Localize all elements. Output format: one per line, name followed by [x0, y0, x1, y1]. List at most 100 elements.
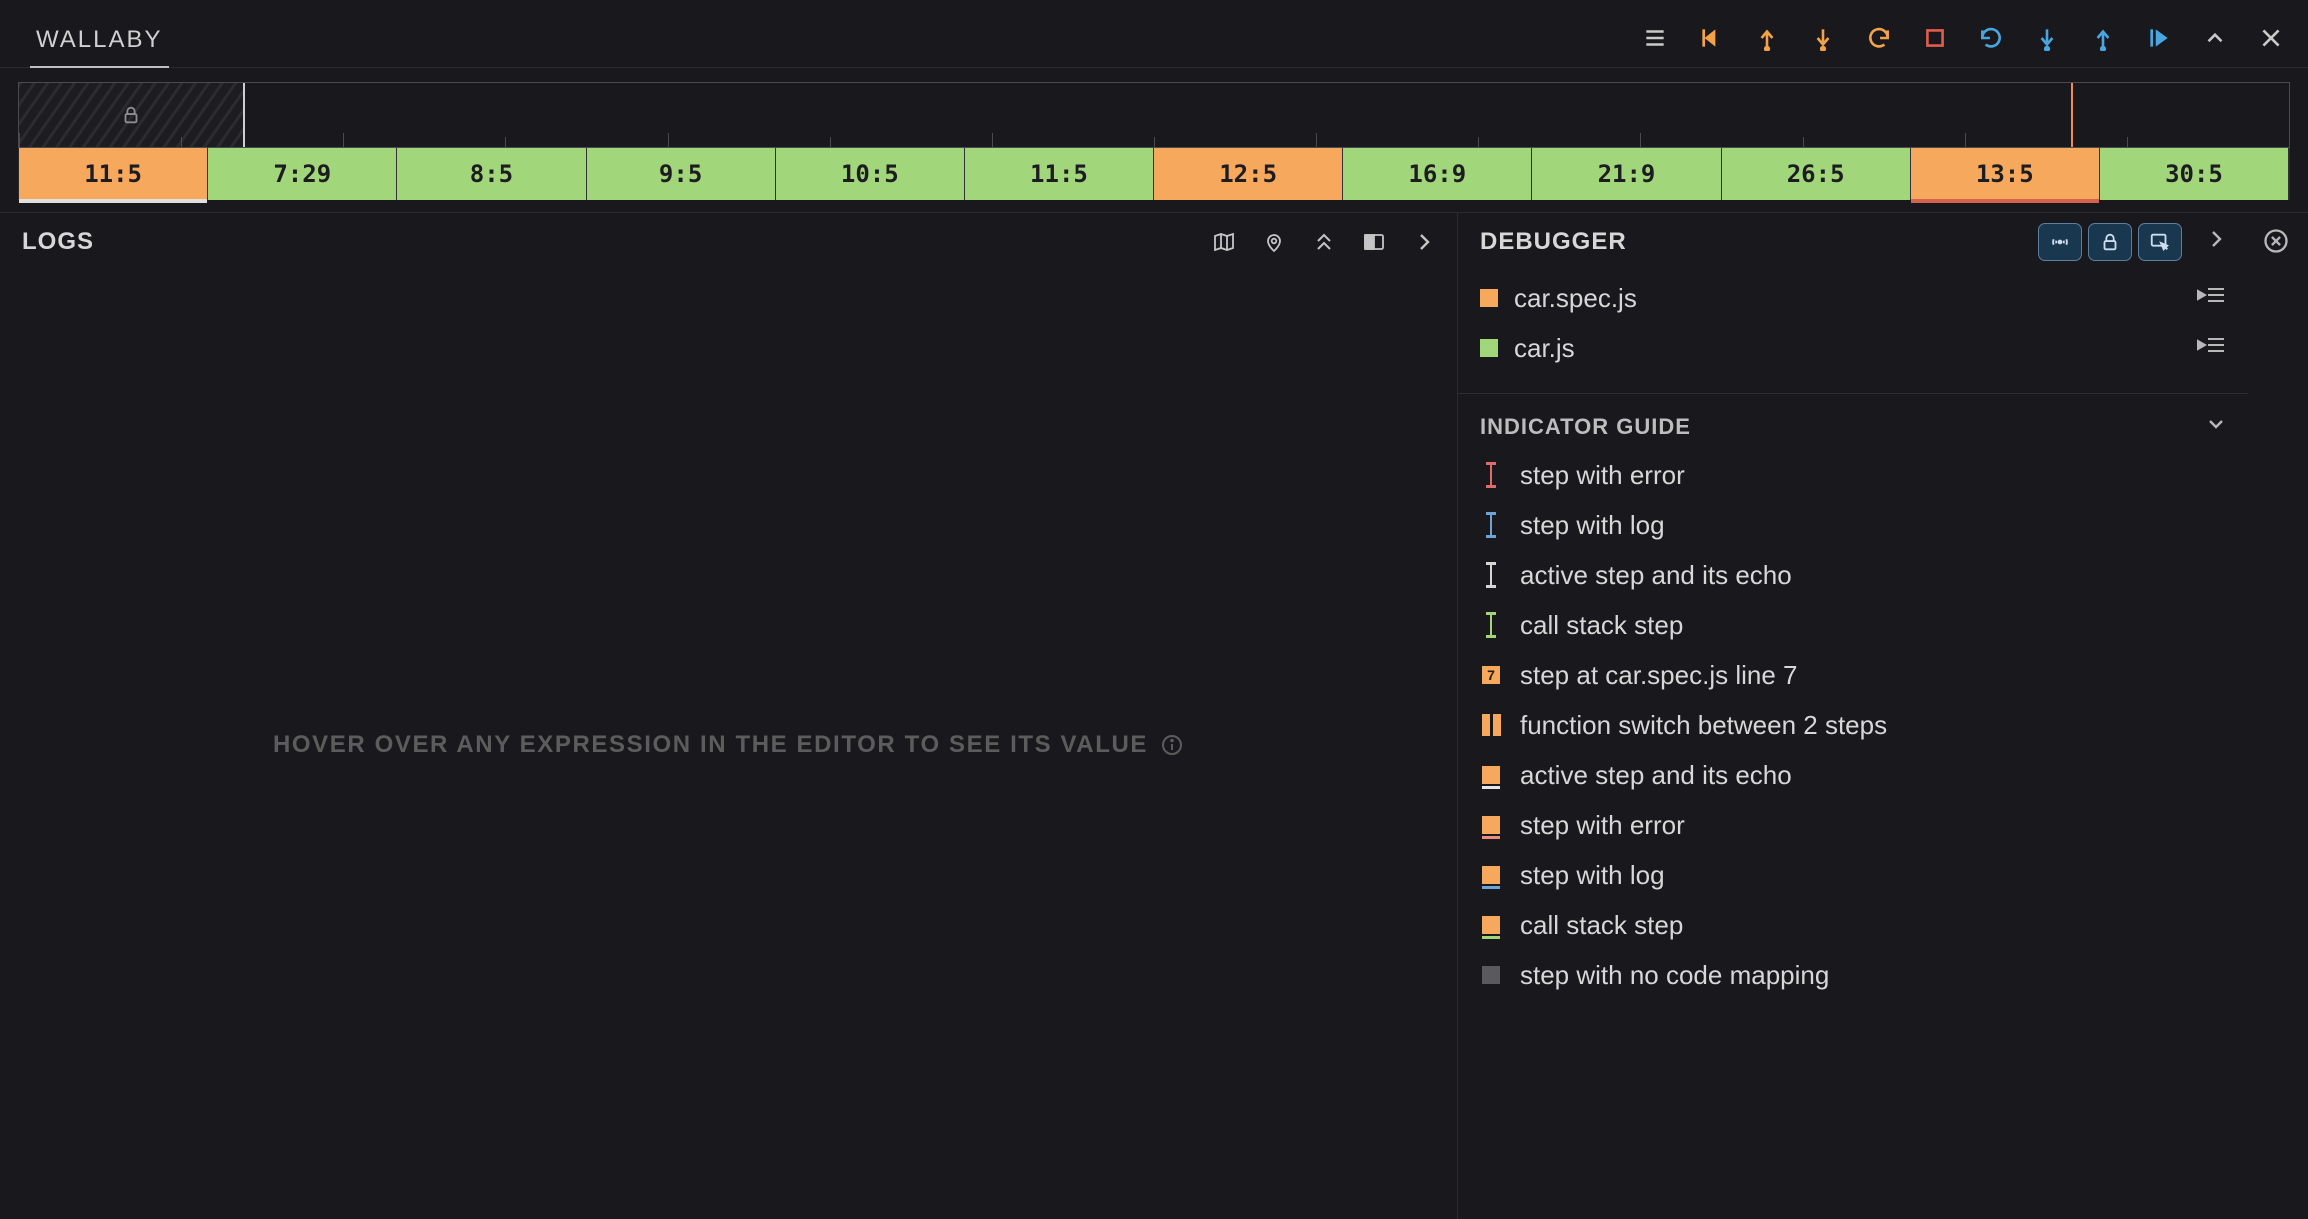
guide-icon	[1480, 714, 1502, 736]
guide-label: call stack step	[1520, 610, 1683, 641]
guide-label: step with no code mapping	[1520, 960, 1829, 991]
collapse-all-icon[interactable]	[1311, 229, 1337, 255]
goto-file-icon[interactable]	[2196, 283, 2226, 313]
guide-row: 7 step at car.spec.js line 7	[1480, 650, 2226, 700]
guide-row: step with no code mapping	[1480, 950, 2226, 1000]
step-into-icon[interactable]	[2032, 23, 2062, 53]
guide-row: step with error	[1480, 800, 2226, 850]
guide-row: step with log	[1480, 850, 2226, 900]
step-label: 12:5	[1219, 160, 1277, 188]
guide-row: active step and its echo	[1480, 550, 2226, 600]
guide-icon	[1480, 916, 1502, 934]
step-cell[interactable]: 26:5	[1722, 148, 1911, 200]
toolbar	[1640, 23, 2286, 67]
top-bar: WALLABY	[0, 0, 2308, 68]
step-label: 11:5	[84, 160, 142, 188]
step-out-icon[interactable]	[2088, 23, 2118, 53]
guide-icon	[1480, 966, 1502, 984]
step-cell[interactable]: 21:9	[1532, 148, 1721, 200]
timeline-ruler[interactable]	[18, 82, 2290, 148]
debugger-file-row[interactable]: car.spec.js	[1480, 273, 2226, 323]
step-label: 9:5	[659, 160, 702, 188]
step-cell[interactable]: 9:5	[587, 148, 776, 200]
map-icon[interactable]	[1211, 229, 1237, 255]
step-cell[interactable]: 7:29	[208, 148, 397, 200]
debugger-header: DEBUGGER	[1458, 213, 2248, 271]
chevron-down-icon[interactable]	[2204, 412, 2228, 442]
collapse-icon[interactable]	[2200, 23, 2230, 53]
guide-label: active step and its echo	[1520, 560, 1792, 591]
step-bar: 11:5 7:29 8:5 9:5 10:5 11:5 12:5 16:9 21:9 26:5 13…	[18, 148, 2290, 200]
guide-icon	[1480, 866, 1502, 884]
step-cell[interactable]: 8:5	[397, 148, 586, 200]
play-icon[interactable]	[2144, 23, 2174, 53]
guide-icon	[1480, 512, 1502, 538]
debugger-header-actions	[2038, 223, 2228, 261]
step-into-back-icon[interactable]	[1808, 23, 1838, 53]
debugger-chevron-right-icon[interactable]	[2204, 227, 2228, 257]
step-cell[interactable]: 16:9	[1343, 148, 1532, 200]
file-name: car.js	[1514, 333, 1575, 364]
guide-row: function switch between 2 steps	[1480, 700, 2226, 750]
step-back-into-icon[interactable]	[1696, 23, 1726, 53]
guide-label: call stack step	[1520, 910, 1683, 941]
stop-icon[interactable]	[1920, 23, 1950, 53]
redo-icon[interactable]	[1976, 23, 2006, 53]
debugger-title: DEBUGGER	[1480, 228, 1627, 256]
main-split: LOGS	[0, 212, 2308, 1219]
step-label: 11:5	[1030, 160, 1088, 188]
guide-row: call stack step	[1480, 900, 2226, 950]
close-icon[interactable]	[2256, 23, 2286, 53]
guide-icon	[1480, 816, 1502, 834]
step-label: 10:5	[841, 160, 899, 188]
step-cell[interactable]: 13:5	[1911, 148, 2100, 200]
close-circle-icon[interactable]	[2262, 227, 2290, 261]
file-status-square	[1480, 339, 1498, 357]
timeline-ruler-area: 11:5 7:29 8:5 9:5 10:5 11:5 12:5 16:9 21:9 26:5 13…	[0, 68, 2308, 200]
guide-icon	[1480, 562, 1502, 588]
step-out-back-icon[interactable]	[1752, 23, 1782, 53]
step-label: 13:5	[1976, 160, 2034, 188]
logs-hint: HOVER OVER ANY EXPRESSION IN THE EDITOR …	[273, 731, 1184, 759]
split-icon[interactable]	[1361, 229, 1387, 255]
file-status-square	[1480, 289, 1498, 307]
undo-icon[interactable]	[1864, 23, 1894, 53]
guide-row: active step and its echo	[1480, 750, 2226, 800]
step-cell[interactable]: 12:5	[1154, 148, 1343, 200]
debugger-file-row[interactable]: car.js	[1480, 323, 2226, 373]
logs-body: HOVER OVER ANY EXPRESSION IN THE EDITOR …	[0, 271, 1457, 1219]
lock-icon[interactable]	[2088, 223, 2132, 261]
guide-label: step at car.spec.js line 7	[1520, 660, 1797, 691]
guide-icon: 7	[1480, 666, 1502, 684]
guide-label: step with error	[1520, 460, 1685, 491]
file-name: car.spec.js	[1514, 283, 1637, 314]
guide-icon	[1480, 612, 1502, 638]
timeline-marker[interactable]	[2071, 83, 2073, 147]
guide-label: step with error	[1520, 810, 1685, 841]
ruler-ticks	[19, 131, 2289, 147]
indicator-guide-header[interactable]: INDICATOR GUIDE	[1458, 394, 2248, 450]
chevron-right-icon[interactable]	[1411, 229, 1437, 255]
indicator-guide-title: INDICATOR GUIDE	[1480, 414, 1691, 440]
debugger-panel: DEBUGGER	[1458, 213, 2248, 1219]
goto-file-icon[interactable]	[2196, 333, 2226, 363]
guide-row: step with log	[1480, 500, 2226, 550]
logs-hint-text: HOVER OVER ANY EXPRESSION IN THE EDITOR …	[273, 731, 1148, 759]
guide-row: call stack step	[1480, 600, 2226, 650]
step-cell[interactable]: 11:5	[19, 148, 208, 200]
menu-icon[interactable]	[1640, 23, 1670, 53]
step-cell[interactable]: 11:5	[965, 148, 1154, 200]
step-label: 30:5	[2165, 160, 2223, 188]
step-label: 21:9	[1598, 160, 1656, 188]
guide-row: step with error	[1480, 450, 2226, 500]
pick-element-icon[interactable]	[2138, 223, 2182, 261]
step-cell[interactable]: 10:5	[776, 148, 965, 200]
broadcast-icon[interactable]	[2038, 223, 2082, 261]
logs-header: LOGS	[0, 213, 1457, 271]
app-root: WALLABY	[0, 0, 2308, 1219]
tab-wallaby[interactable]: WALLABY	[30, 26, 169, 68]
step-cell[interactable]: 30:5	[2100, 148, 2289, 200]
pin-icon[interactable]	[1261, 229, 1287, 255]
debugger-file-list: car.spec.js car.js	[1458, 271, 2248, 387]
step-label: 7:29	[273, 160, 331, 188]
